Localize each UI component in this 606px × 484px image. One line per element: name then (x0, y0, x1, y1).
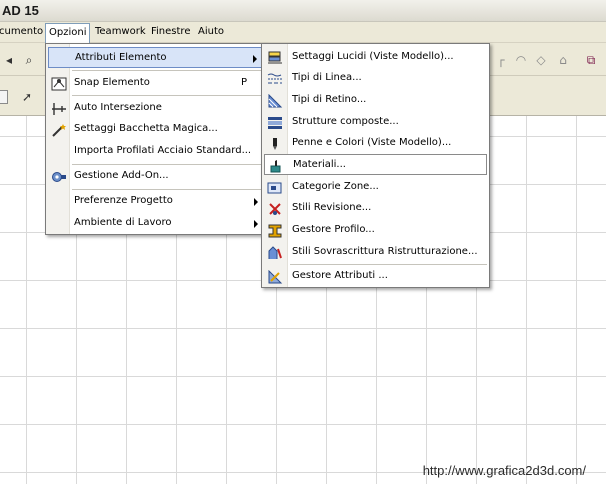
menu-item-label: Ambiente di Lavoro (74, 217, 172, 228)
menu-item-tipi-di-retino[interactable]: Tipi di Retino... (264, 90, 487, 111)
submenu-arrow-icon (253, 55, 257, 63)
menu-item-gestione-add-on[interactable]: Gestione Add-On... (48, 166, 263, 187)
menu-item-snap-elemento[interactable]: Snap Elemento P (48, 73, 263, 94)
menu-item-gestore-profilo[interactable]: Gestore Profilo... (264, 220, 487, 241)
attributes-submenu: Settaggi Lucidi (Viste Modello)... Tipi … (261, 43, 490, 288)
line-types-icon (266, 70, 284, 87)
menu-item-label: Auto Intersezione (74, 102, 162, 113)
corner-tool-icon[interactable]: ┌ (492, 51, 510, 69)
revision-styles-icon (266, 200, 284, 217)
magic-wand-icon (50, 121, 68, 138)
attribute-manager-icon (266, 268, 284, 285)
menu-separator (72, 70, 263, 71)
shape-tool-icon[interactable]: ◇ (532, 51, 550, 69)
menu-item-label: Importa Profilati Acciaio Standard... (74, 145, 252, 156)
menu-separator (72, 189, 263, 190)
menu-item-categorie-zone[interactable]: Categorie Zone... (264, 177, 487, 198)
menu-item-penne-e-colori[interactable]: Penne e Colori (Viste Modello)... (264, 133, 487, 154)
home-icon[interactable]: ⌂ (554, 51, 572, 69)
zone-categories-icon (266, 179, 284, 196)
menu-item-settaggi-lucidi[interactable]: Settaggi Lucidi (Viste Modello)... (264, 47, 487, 68)
menu-separator (290, 264, 487, 265)
menu-item-stili-revisione[interactable]: Stili Revisione... (264, 198, 487, 219)
pen-icon (266, 135, 284, 152)
fill-types-icon (266, 92, 284, 109)
menu-item-label: Gestore Profilo... (292, 224, 375, 235)
add-on-icon (50, 168, 68, 185)
menu-teamwork[interactable]: Teamwork (92, 25, 149, 41)
zoom-icon[interactable]: ⌕ (20, 51, 38, 69)
window-tool-icon[interactable]: ⧉ (582, 51, 600, 69)
menu-item-label: Penne e Colori (Viste Modello)... (292, 137, 452, 148)
menu-item-gestore-attributi[interactable]: Gestore Attributi ... (264, 266, 487, 287)
menu-item-label: Gestione Add-On... (74, 170, 169, 181)
menu-item-attributi-elemento[interactable]: Attributi Elemento (48, 47, 263, 68)
layers-icon (266, 49, 284, 66)
menu-item-label: Gestore Attributi ... (292, 270, 388, 281)
menu-item-materiali[interactable]: Materiali... (264, 154, 487, 175)
menu-opzioni[interactable]: Opzioni (45, 23, 91, 43)
submenu-arrow-icon (254, 220, 258, 228)
menu-item-label: Stili Sovrascrittura Ristrutturazione... (292, 246, 478, 257)
menu-item-label: Stili Revisione... (292, 202, 372, 213)
submenu-arrow-icon (254, 198, 258, 206)
menu-item-label: Materiali... (293, 159, 346, 170)
renovation-icon (266, 244, 284, 261)
menu-item-label: Strutture composte... (292, 116, 399, 127)
menu-item-label: Tipi di Retino... (292, 94, 367, 105)
menu-item-label: Tipi di Linea... (292, 72, 362, 83)
title-bar: AD 15 (0, 0, 606, 22)
menu-item-label: Attributi Elemento (75, 52, 167, 63)
menu-item-strutture-composte[interactable]: Strutture composte... (264, 112, 487, 133)
watermark-url: http://www.grafica2d3d.com/ (422, 463, 586, 478)
menu-item-label: Settaggi Lucidi (Viste Modello)... (292, 51, 454, 62)
intersection-icon (50, 100, 68, 117)
menu-separator (72, 164, 263, 165)
menu-aiuto[interactable]: Aiuto (195, 25, 227, 41)
tool-box-icon[interactable] (0, 90, 8, 104)
menu-item-importa-profilati[interactable]: Importa Profilati Acciaio Standard... (48, 141, 263, 162)
menu-item-auto-intersezione[interactable]: Auto Intersezione (48, 98, 263, 119)
menu-item-label: Categorie Zone... (292, 181, 379, 192)
menu-bar: cumento Opzioni Teamwork Finestre Aiuto (0, 22, 606, 43)
snap-icon (50, 75, 68, 92)
menu-separator (72, 95, 263, 96)
menu-item-preferenze-progetto[interactable]: Preferenze Progetto (48, 191, 263, 212)
arrow-icon[interactable]: ◂ (0, 51, 18, 69)
menu-item-tipi-di-linea[interactable]: Tipi di Linea... (264, 68, 487, 89)
menu-finestre[interactable]: Finestre (148, 25, 193, 41)
profile-manager-icon (266, 222, 284, 239)
menu-item-label: Preferenze Progetto (74, 195, 173, 206)
menu-shortcut: P (240, 77, 247, 88)
pointer-icon[interactable]: ➚ (18, 88, 36, 106)
arc-tool-icon[interactable]: ◠ (512, 51, 530, 69)
menu-item-bacchetta-magica[interactable]: Settaggi Bacchetta Magica... (48, 119, 263, 140)
menu-item-ambiente-di-lavoro[interactable]: Ambiente di Lavoro (48, 213, 263, 234)
materials-icon (267, 157, 285, 174)
menu-item-label: Settaggi Bacchetta Magica... (74, 123, 218, 134)
options-menu: Attributi Elemento Snap Elemento P Auto … (45, 43, 266, 235)
menu-documento[interactable]: cumento (0, 25, 46, 41)
menu-item-label: Snap Elemento (74, 77, 150, 88)
menu-item-stili-sovrascrittura[interactable]: Stili Sovrascrittura Ristrutturazione... (264, 242, 487, 263)
window-title: AD 15 (2, 3, 39, 18)
composite-icon (266, 114, 284, 131)
